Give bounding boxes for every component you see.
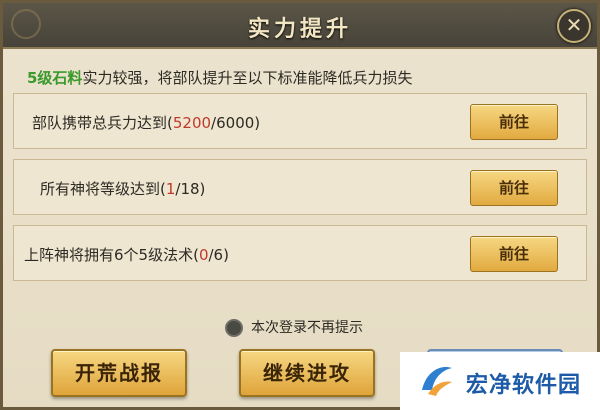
requirement-current: 0 <box>198 246 209 264</box>
requirement-label: 上阵神将拥有6个5级法术( <box>24 246 199 264</box>
radio-icon[interactable] <box>225 319 243 337</box>
close-icon: ✕ <box>565 13 583 37</box>
intro-text: 5级石料实力较强，将部队提升至以下标准能降低兵力损失 <box>27 67 412 88</box>
requirement-current: 1 <box>165 180 176 198</box>
requirement-target: /6000) <box>211 114 261 132</box>
requirement-text: 所有神将等级达到(1/18) <box>40 178 205 199</box>
requirement-row: 所有神将等级达到(1/18) 前往 <box>13 159 587 215</box>
requirement-text: 部队携带总兵力达到(5200/6000) <box>32 112 260 133</box>
close-button[interactable]: ✕ <box>557 9 591 43</box>
requirement-label: 所有神将等级达到( <box>40 180 166 198</box>
requirement-current: 5200 <box>172 114 212 132</box>
no-remind-toggle[interactable]: 本次登录不再提示 <box>225 317 363 337</box>
requirement-label: 部队携带总兵力达到( <box>32 114 173 132</box>
dialog-title: 实力提升 <box>247 17 352 42</box>
intro-body: 实力较强，将部队提升至以下标准能降低兵力损失 <box>82 69 413 87</box>
go-button[interactable]: 前往 <box>470 236 558 272</box>
go-button[interactable]: 前往 <box>470 104 558 140</box>
watermark: 宏净软件园 <box>400 352 600 410</box>
watermark-logo-icon <box>422 366 452 396</box>
strength-dialog: 实力提升 ✕ 5级石料实力较强，将部队提升至以下标准能降低兵力损失 部队携带总兵… <box>0 0 600 410</box>
title-bar: 实力提升 ✕ <box>3 3 597 49</box>
intro-highlight: 5级石料 <box>27 69 83 87</box>
watermark-text: 宏净软件园 <box>466 373 582 398</box>
requirement-row: 上阵神将拥有6个5级法术(0/6) 前往 <box>13 225 587 281</box>
report-button[interactable]: 开荒战报 <box>51 349 187 397</box>
requirement-target: /6) <box>208 246 229 264</box>
requirement-row: 部队携带总兵力达到(5200/6000) 前往 <box>13 93 587 149</box>
requirement-target: /18) <box>175 180 206 198</box>
continue-attack-button[interactable]: 继续进攻 <box>239 349 375 397</box>
go-button[interactable]: 前往 <box>470 170 558 206</box>
no-remind-label: 本次登录不再提示 <box>251 320 363 336</box>
requirement-text: 上阵神将拥有6个5级法术(0/6) <box>24 244 229 265</box>
